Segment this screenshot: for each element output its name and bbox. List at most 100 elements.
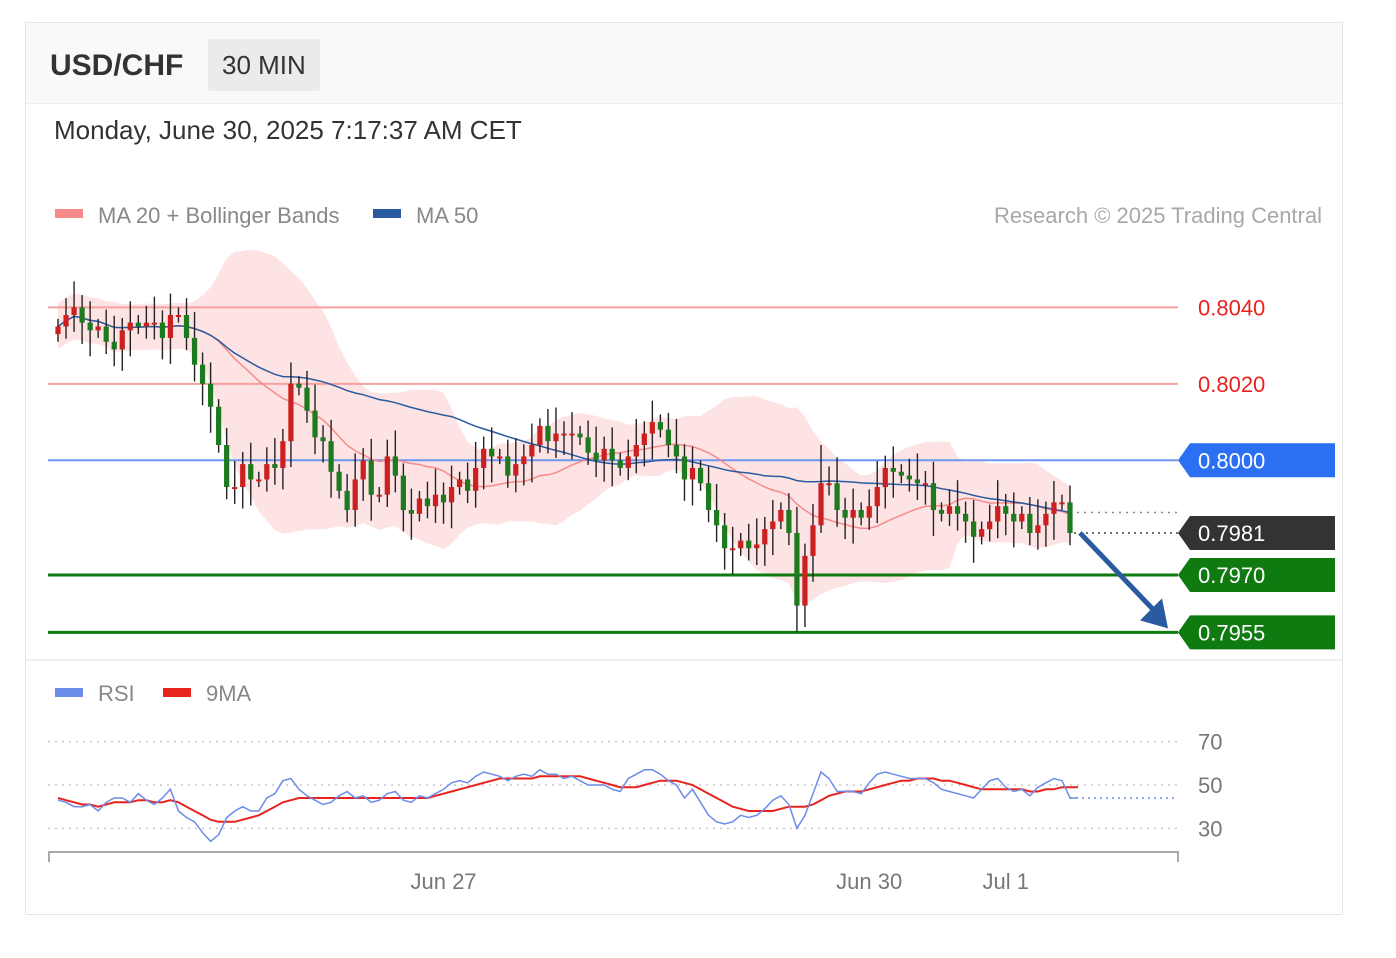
candle-body [1027, 513, 1033, 533]
candle-body [473, 467, 479, 491]
candle-body [175, 315, 182, 317]
forecast-arrow [1078, 531, 1168, 629]
candle-body [537, 425, 543, 445]
candle-body [842, 510, 848, 518]
candle-body [191, 337, 198, 365]
candle-body [465, 479, 471, 491]
candle-body [320, 437, 326, 442]
candle-body [111, 341, 117, 350]
candle-body [746, 540, 752, 549]
candle-body [521, 456, 527, 465]
candle-body [593, 452, 599, 461]
x-tick-label: Jun 30 [836, 869, 902, 894]
candle-body [296, 383, 302, 388]
rsi-level-label: 30 [1198, 816, 1222, 841]
candle-body [898, 471, 904, 476]
candle-body [681, 456, 688, 480]
rsi-level-label: 70 [1198, 730, 1222, 755]
rsi-legend-label: RSI [98, 681, 135, 706]
candle-body [962, 513, 969, 522]
price-chart: MA 20 + Bollinger Bands MA 50 Research ©… [26, 203, 1342, 894]
candle-body [440, 494, 447, 503]
candle-body [882, 467, 888, 488]
candle-body [248, 464, 254, 480]
candle-body [705, 483, 712, 510]
candle-body [689, 467, 696, 480]
candle-body [505, 456, 511, 476]
candle-body [673, 445, 680, 457]
candle-body [778, 510, 784, 522]
candle-body [432, 494, 439, 507]
candle-body [103, 326, 109, 342]
ma50-legend-swatch [373, 209, 401, 218]
candle-body [858, 510, 864, 518]
candle-body [360, 460, 366, 480]
candle-body [850, 510, 856, 518]
candle-body [914, 479, 921, 484]
candle-body [633, 445, 639, 457]
candle-body [328, 441, 334, 472]
level-label-0.8000: 0.8000 [1198, 448, 1265, 473]
candle-body [119, 330, 125, 350]
candle-body [1043, 513, 1049, 526]
candle-body [481, 448, 487, 468]
candle-body [224, 445, 230, 488]
ma20-legend-label: MA 20 + Bollinger Bands [98, 203, 340, 228]
rsi-legend: RSI 9MA [55, 681, 252, 706]
candle-body [561, 433, 567, 436]
candle-body [938, 510, 945, 514]
rsi-ma-legend-label: 9MA [206, 681, 252, 706]
candle-body [87, 322, 93, 331]
candle-body [577, 433, 583, 438]
candle-body [946, 506, 953, 514]
candle-body [216, 406, 222, 445]
candle-body [754, 544, 760, 549]
level-label-0.8040: 0.8040 [1198, 295, 1265, 320]
candle-body [232, 487, 238, 490]
candle-body [392, 456, 398, 476]
candle-body [336, 471, 342, 491]
candle-body [199, 364, 206, 384]
candle-body [159, 322, 166, 338]
candle-body [585, 437, 591, 453]
level-label-0.7981: 0.7981 [1198, 521, 1265, 546]
candle-body [545, 425, 551, 442]
candle-body [625, 456, 631, 468]
price-legend: MA 20 + Bollinger Bands MA 50 Research ©… [55, 203, 1322, 228]
candle-body [135, 322, 141, 327]
candle-body [834, 483, 840, 510]
candle-body [312, 410, 318, 438]
ma50-legend-label: MA 50 [416, 203, 478, 228]
candle-body [601, 448, 607, 461]
candle-body [143, 322, 149, 327]
rsi-line [57, 768, 1078, 843]
candle-body [448, 487, 455, 503]
candle-body [1019, 513, 1025, 522]
candle-body [1067, 502, 1073, 533]
candle-body [183, 315, 190, 338]
candle-body [424, 498, 431, 507]
candle-body [384, 456, 390, 495]
candle-body [79, 307, 85, 323]
candle-body [609, 448, 615, 461]
copyright-label: Research © 2025 Trading Central [994, 203, 1322, 228]
candle [802, 543, 808, 627]
candle-body [207, 383, 214, 407]
candle-body [890, 467, 896, 472]
candle-body [617, 460, 623, 468]
candle-body [497, 456, 503, 459]
candle-body [264, 464, 270, 480]
candle-body [272, 464, 278, 468]
rsi-pane: 70 50 30 [48, 730, 1222, 843]
forecast-arrow-shaft [1078, 531, 1156, 613]
candle-body [810, 525, 816, 556]
candle-body [979, 529, 985, 537]
candle-body [906, 475, 912, 480]
candle-body [657, 422, 663, 430]
candle-body [995, 506, 1001, 522]
candle-body [697, 467, 704, 484]
candle-body [665, 429, 672, 445]
candle-body [95, 326, 101, 331]
candle-body [127, 322, 133, 331]
rsi-legend-swatch [55, 688, 83, 697]
